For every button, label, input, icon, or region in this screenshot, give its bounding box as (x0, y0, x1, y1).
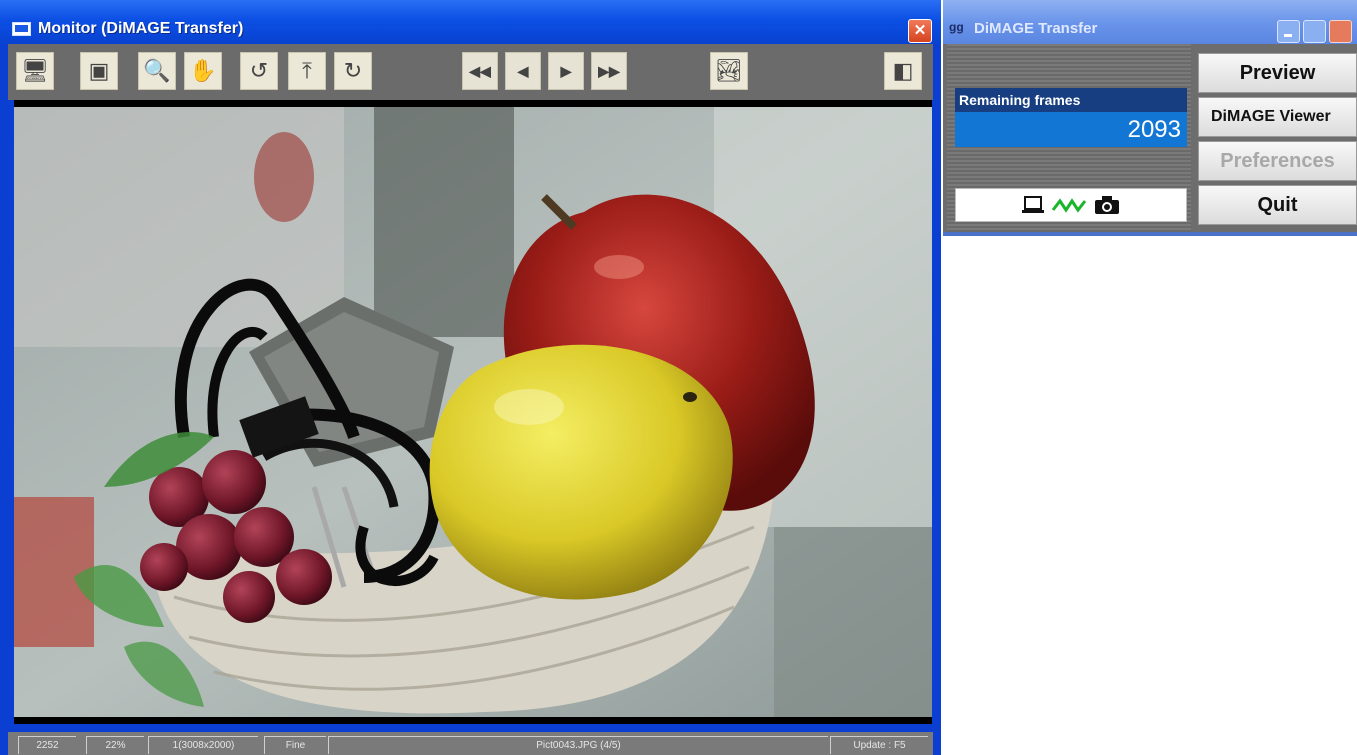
window-border (943, 232, 1357, 236)
camera-icon (1095, 196, 1119, 214)
transfer-title: DiMAGE Transfer (974, 20, 1098, 37)
exit-icon[interactable]: ◧ (884, 52, 922, 90)
remaining-frames-value: 2093 (955, 112, 1187, 147)
previous-frame-button[interactable]: ◀ (505, 52, 541, 90)
status-zoom: 22% (86, 736, 144, 754)
laptop-icon (1022, 196, 1044, 213)
monitor-title-bar[interactable]: Monitor (DiMAGE Transfer) ✕ (0, 0, 941, 44)
status-update: Update : F5 (830, 736, 928, 754)
transfer-title-bar[interactable]: gg DiMAGE Transfer (943, 0, 1357, 44)
monitor-toolbar: 🖥 ▣ 🔍 ✋ ↺ ⤒ ↻ ◀◀ ◀ ▶ ▶▶ 🏞 ◧ (8, 44, 933, 100)
zoom-icon[interactable]: 🔍 (138, 52, 176, 90)
preview-button[interactable]: Preview (1198, 53, 1357, 93)
monitor-view-icon[interactable]: 🖥 (16, 52, 54, 90)
minimize-button[interactable] (1277, 20, 1300, 43)
preview-image (14, 107, 932, 717)
first-frame-button[interactable]: ◀◀ (462, 52, 498, 90)
maximize-button[interactable] (1303, 20, 1326, 43)
monitor-window: Monitor (DiMAGE Transfer) ✕ 🖥 ▣ 🔍 ✋ ↺ ⤒ … (0, 0, 941, 755)
preferences-button[interactable]: Preferences (1198, 141, 1357, 181)
image-top-border (14, 100, 932, 107)
next-frame-button[interactable]: ▶ (548, 52, 584, 90)
close-button[interactable]: ✕ (908, 19, 932, 43)
app-icon: gg (949, 20, 964, 34)
image-view-icon[interactable]: 🏞 (710, 52, 748, 90)
connection-status (955, 188, 1187, 222)
rotate-left-icon[interactable]: ↺ (240, 52, 278, 90)
transfer-close-button[interactable] (1329, 20, 1352, 43)
rotate-right-icon[interactable]: ↻ (334, 52, 372, 90)
status-quality: Fine (264, 736, 326, 754)
remaining-frames-label: Remaining frames (955, 88, 1187, 112)
fit-frame-icon[interactable]: ▣ (80, 52, 118, 90)
dimage-viewer-button[interactable]: DiMAGE Viewer (1198, 97, 1357, 137)
status-size: 1(3008x2000) (148, 736, 258, 754)
image-bottom-border (14, 717, 932, 724)
last-frame-button[interactable]: ▶▶ (591, 52, 627, 90)
signal-icon (1052, 198, 1086, 213)
monitor-title: Monitor (DiMAGE Transfer) (38, 20, 244, 37)
hand-pan-icon[interactable]: ✋ (184, 52, 222, 90)
status-filename: Pict0043.JPG (4/5) (328, 736, 828, 754)
quit-button[interactable]: Quit (1198, 185, 1357, 225)
transfer-window: gg DiMAGE Transfer Remaining frames 2093… (943, 0, 1357, 236)
status-bar: 2252 22% 1(3008x2000) Fine Pict0043.JPG … (8, 732, 933, 755)
window-icon (12, 22, 31, 36)
status-counter: 2252 (18, 736, 76, 754)
upload-icon[interactable]: ⤒ (288, 52, 326, 90)
